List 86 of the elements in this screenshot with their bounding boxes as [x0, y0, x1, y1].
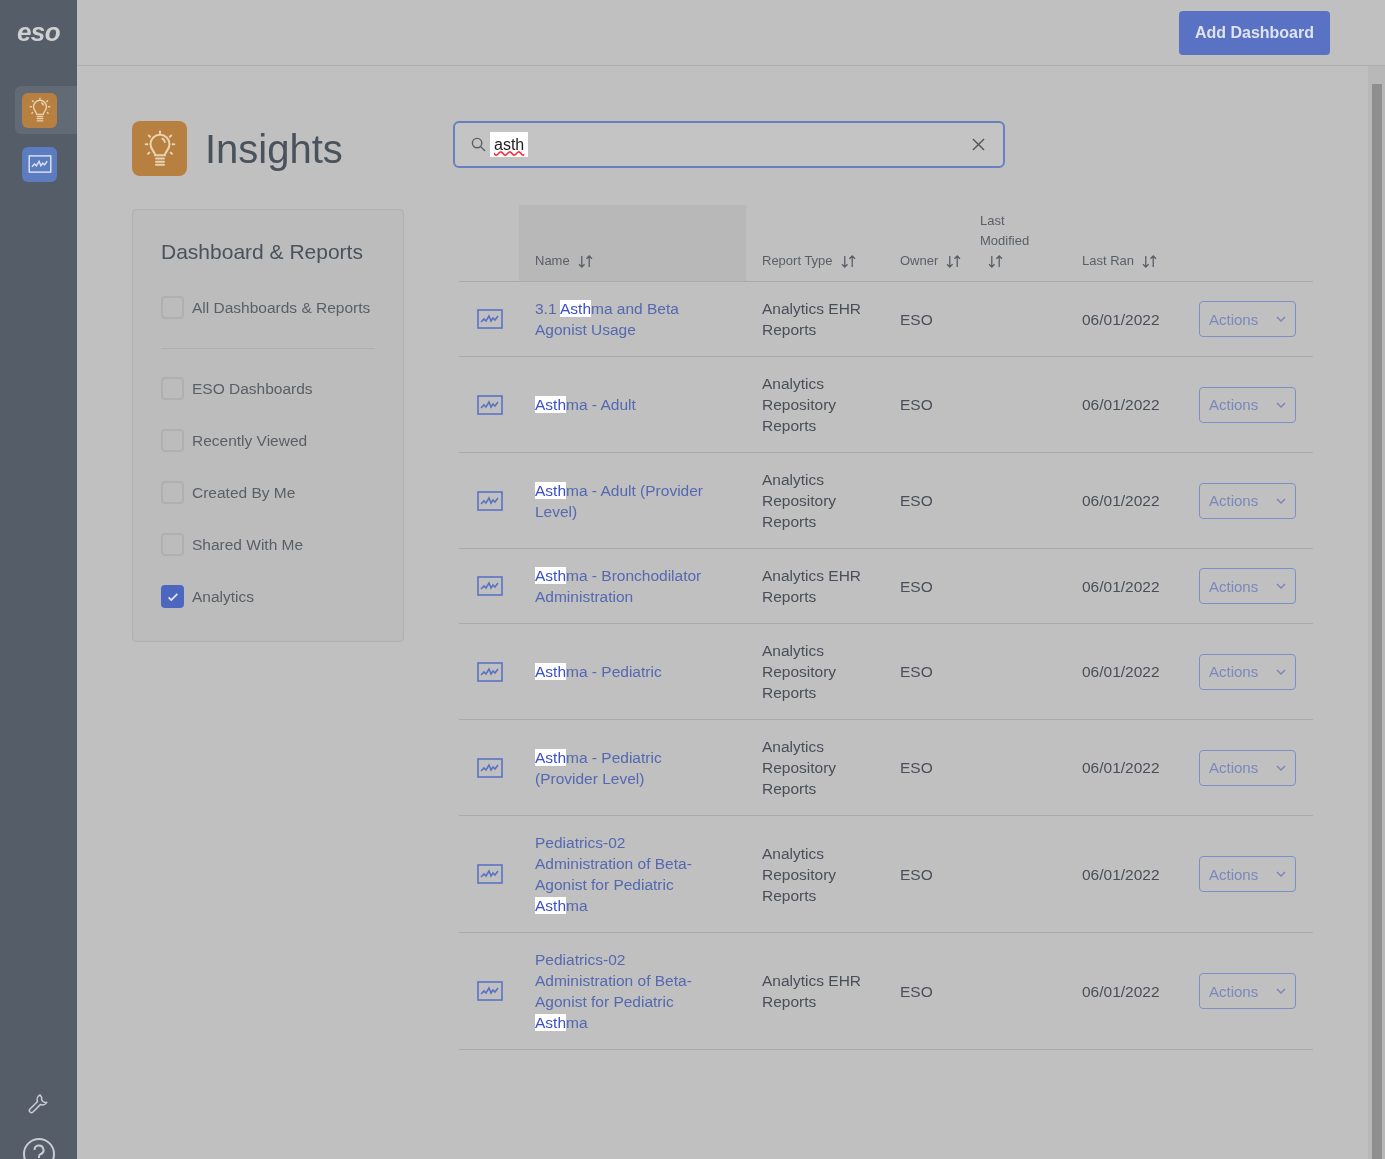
last-ran: 06/01/2022 — [1082, 663, 1160, 680]
chevron-down-icon — [1276, 583, 1286, 589]
filter-label: Analytics — [192, 586, 255, 607]
chart-icon — [476, 864, 503, 884]
chevron-down-icon — [1276, 764, 1286, 771]
report-link[interactable]: Pediatrics-02 Administration of Beta-Agonist for Pediatric Asthma — [535, 949, 725, 1033]
filter-title: Dashboard & Reports — [161, 239, 364, 265]
search-value: asth — [490, 131, 529, 157]
chevron-down-icon — [1276, 401, 1286, 408]
last-ran: 06/01/2022 — [1082, 492, 1160, 509]
search-field[interactable]: asth — [453, 121, 1005, 168]
owner: ESO — [900, 982, 933, 1000]
chart-icon — [476, 981, 503, 1001]
chart-icon — [476, 757, 503, 778]
chart-icon — [476, 490, 503, 511]
sort-icon[interactable] — [946, 255, 962, 269]
report-type: Analytics EHR Reports — [762, 566, 863, 607]
table-row[interactable]: Asthma - Adult Analytics Repository Reports ESO 06/01/2022 Actions — [459, 357, 1313, 453]
chart-icon — [476, 309, 503, 329]
table-row[interactable]: Pediatrics-02 Administration of Beta-Agonist for Pediatric Asthma Analytics EHR Reports ESO 06/01/2022 Actions — [459, 933, 1313, 1050]
chevron-down-icon — [1276, 316, 1286, 322]
lightbulb-icon — [132, 121, 187, 176]
owner: ESO — [900, 759, 933, 776]
column-header[interactable]: Last Modified — [980, 211, 1050, 271]
column-header[interactable]: Owner — [900, 251, 962, 271]
chart-icon — [476, 394, 503, 415]
report-link[interactable]: Asthma - Adult (Provider Level) — [535, 479, 725, 522]
column-header[interactable]: Report Type — [762, 251, 856, 271]
close-icon[interactable] — [972, 138, 985, 151]
owner: ESO — [900, 310, 933, 328]
report-type: Analytics Repository Reports — [762, 843, 838, 906]
report-type: Analytics EHR Reports — [762, 299, 863, 340]
sort-icon[interactable] — [577, 255, 593, 269]
owner: ESO — [900, 663, 933, 680]
logo: eso — [17, 18, 60, 46]
add-dashboard-button[interactable]: Add Dashboard — [1178, 10, 1330, 55]
chevron-down-icon — [1276, 871, 1286, 877]
filter-label: ESO Dashboards — [192, 378, 313, 399]
sort-icon[interactable] — [1142, 255, 1158, 269]
table-row[interactable]: Pediatrics-02 Administration of Beta-Agonist for Pediatric Asthma Analytics Repository Reports ESO 06/01/2022 Actions — [459, 816, 1313, 933]
report-link[interactable]: Pediatrics-02 Administration of Beta-Agonist for Pediatric Asthma — [535, 832, 725, 916]
filter-label: All Dashboards & Reports — [192, 297, 371, 318]
last-ran: 06/01/2022 — [1082, 310, 1160, 328]
app-item[interactable] — [15, 86, 77, 134]
last-ran: 06/01/2022 — [1082, 759, 1160, 776]
table-row[interactable]: Asthma - Pediatric Analytics Repository Reports ESO 06/01/2022 Actions — [459, 624, 1313, 720]
last-ran: 06/01/2022 — [1082, 982, 1160, 1000]
report-type: Analytics Repository Reports — [762, 374, 838, 436]
sort-icon[interactable] — [988, 255, 1003, 269]
lightbulb-icon — [22, 92, 57, 128]
report-link[interactable]: Asthma - Bronchodilator Administration — [535, 565, 725, 607]
filter-label: Recently Viewed — [192, 430, 308, 451]
last-ran: 06/01/2022 — [1082, 865, 1160, 883]
owner: ESO — [900, 396, 933, 413]
report-link[interactable]: 3.1 Asthma and Beta Agonist Usage — [535, 298, 725, 340]
wrench-icon[interactable] — [26, 1091, 51, 1115]
chevron-down-icon — [1276, 668, 1286, 675]
column-header[interactable]: Last Ran — [1082, 251, 1158, 271]
sort-icon[interactable] — [840, 255, 856, 269]
table-row[interactable]: Asthma - Bronchodilator Administration Analytics EHR Reports ESO 06/01/2022 Actions — [459, 549, 1313, 624]
chart-icon — [476, 576, 503, 596]
chevron-down-icon — [1276, 988, 1286, 994]
report-link[interactable]: Asthma - Adult — [535, 394, 725, 415]
filter-label: Created By Me — [192, 482, 296, 503]
scrollbar[interactable] — [1368, 66, 1385, 1159]
checkbox[interactable] — [161, 585, 184, 608]
report-type: Analytics Repository Reports — [762, 470, 838, 532]
report-type: Analytics Repository Reports — [762, 737, 838, 799]
search-icon — [471, 137, 486, 152]
last-ran: 06/01/2022 — [1082, 577, 1160, 595]
chart-icon — [22, 146, 57, 182]
owner: ESO — [900, 865, 933, 883]
report-link[interactable]: Asthma - Pediatric (Provider Level) — [535, 746, 725, 789]
table-row[interactable]: 3.1 Asthma and Beta Agonist Usage Analytics EHR Reports ESO 06/01/2022 Actions — [459, 282, 1313, 357]
owner: ESO — [900, 577, 933, 595]
report-type: Analytics Repository Reports — [762, 641, 838, 703]
owner: ESO — [900, 492, 933, 509]
page-title: Insights — [205, 125, 343, 173]
chart-icon — [476, 661, 503, 682]
chevron-down-icon — [1276, 497, 1286, 504]
table-row[interactable]: Asthma - Pediatric (Provider Level) Analytics Repository Reports ESO 06/01/2022 Actions — [459, 720, 1313, 816]
last-ran: 06/01/2022 — [1082, 396, 1160, 413]
table-row[interactable]: Asthma - Adult (Provider Level) Analytics Repository Reports ESO 06/01/2022 Actions — [459, 453, 1313, 549]
report-type: Analytics EHR Reports — [762, 971, 863, 1012]
report-link[interactable]: Asthma - Pediatric — [535, 661, 725, 682]
filter-label: Shared With Me — [192, 534, 304, 555]
